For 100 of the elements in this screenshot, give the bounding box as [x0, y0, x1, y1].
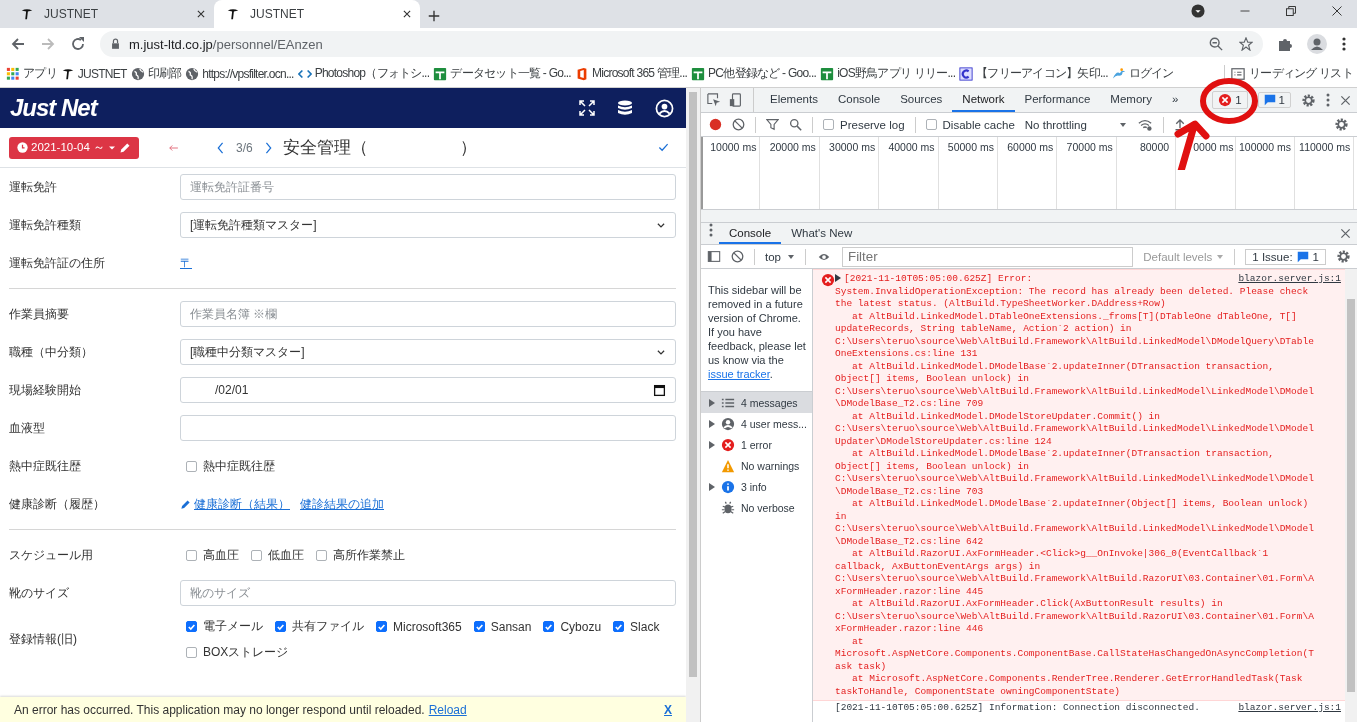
date-button[interactable]: 2021-10-04 ～: [9, 136, 140, 159]
link[interactable]: 健康診断（結果）: [180, 495, 290, 513]
tab-search-icon[interactable]: [1191, 4, 1205, 18]
checkbox[interactable]: [376, 621, 387, 632]
clear-icon[interactable]: [732, 118, 745, 131]
checkbox[interactable]: [186, 621, 197, 632]
more-icon[interactable]: [709, 223, 713, 237]
bookmark[interactable]: データセット一覧 - Go...: [433, 65, 571, 82]
sidebar-item[interactable]: No verbose: [701, 497, 812, 518]
link[interactable]: 健診結果の追加: [300, 495, 384, 513]
bookmark[interactable]: 【フリーアイコン】矢印...: [959, 65, 1108, 82]
date-field[interactable]: /02/01: [180, 377, 676, 403]
scrollbar-thumb[interactable]: [689, 92, 697, 677]
reload-icon[interactable]: [70, 36, 86, 52]
text-field[interactable]: 運転免許証番号: [180, 174, 676, 200]
inspect-icon[interactable]: [707, 93, 721, 107]
filter-icon[interactable]: [766, 118, 779, 131]
devtools-tab[interactable]: Elements: [760, 88, 828, 112]
checkbox[interactable]: [613, 621, 625, 632]
sidebar-item[interactable]: No warnings: [701, 455, 812, 476]
network-conditions-icon[interactable]: [1136, 117, 1153, 132]
back-icon[interactable]: [10, 36, 26, 52]
bookmark[interactable]: JUSTNET: [60, 66, 127, 81]
zoom-icon[interactable]: [1209, 37, 1223, 51]
expand-icon[interactable]: [709, 440, 715, 449]
checkbox[interactable]: [186, 647, 197, 658]
checkbox[interactable]: [316, 549, 327, 561]
bookmark[interactable]: Microsoft 365 管理...: [574, 65, 688, 82]
calendar-icon[interactable]: [653, 383, 666, 397]
devtools-tab[interactable]: Sources: [890, 88, 953, 112]
sidebar-item[interactable]: 4 user mess...: [701, 413, 812, 434]
select-field[interactable]: [職種中分類マスター]: [180, 339, 676, 365]
next-icon[interactable]: [264, 141, 273, 154]
close-icon[interactable]: [1340, 94, 1351, 106]
drawer-tab[interactable]: What's New: [781, 223, 863, 244]
close-icon[interactable]: [1340, 228, 1351, 239]
source-link[interactable]: blazor.server.js:1: [1238, 273, 1341, 286]
browser-tab[interactable]: JUSTNET: [8, 0, 214, 28]
upload-icon[interactable]: [1173, 118, 1186, 131]
bookmark[interactable]: https://vpsfilter.ocn...: [185, 66, 294, 81]
clear-icon[interactable]: [731, 250, 744, 263]
sidebar-item[interactable]: 3 info: [701, 476, 812, 497]
fullscreen-icon[interactable]: [579, 100, 595, 116]
checkbox[interactable]: [823, 119, 834, 130]
bookmark[interactable]: 印刷部: [130, 65, 182, 82]
reload-link[interactable]: Reload: [428, 702, 467, 717]
dismiss-button[interactable]: X: [664, 702, 672, 717]
scrollbar-thumb[interactable]: [1347, 299, 1355, 692]
more-tabs-button[interactable]: »: [1161, 88, 1189, 112]
devtools-tab[interactable]: Network: [952, 88, 1015, 112]
text-field[interactable]: 靴のサイズ: [180, 580, 676, 606]
text-field[interactable]: [180, 415, 676, 441]
throttling-select[interactable]: No throttling: [1024, 118, 1127, 131]
checkbox[interactable]: [925, 119, 937, 130]
profile-icon[interactable]: [1307, 34, 1327, 54]
bookmark[interactable]: iOS野鳥アプリ リリー...: [820, 65, 956, 82]
record-icon[interactable]: [709, 118, 722, 131]
check-icon[interactable]: [658, 142, 669, 153]
expand-icon[interactable]: [709, 482, 715, 491]
star-icon[interactable]: [1239, 37, 1253, 51]
devtools-tab[interactable]: Console: [827, 88, 891, 112]
sidebar-item[interactable]: 4 messages: [701, 392, 812, 413]
drawer-tab[interactable]: Console: [719, 223, 782, 244]
search-icon[interactable]: [789, 118, 802, 131]
database-icon[interactable]: [617, 99, 633, 117]
sidebar-item[interactable]: 1 error: [701, 434, 812, 455]
select-field[interactable]: [運転免許種類マスター]: [180, 212, 676, 238]
reading-list-button[interactable]: リーディング リスト: [1224, 65, 1353, 82]
puzzle-icon[interactable]: [1277, 36, 1293, 52]
checkbox[interactable]: [186, 549, 197, 561]
issue-tracker-link[interactable]: issue tracker: [708, 368, 770, 380]
devtools-tab[interactable]: Performance: [1014, 88, 1101, 112]
browser-tab[interactable]: JUSTNET: [214, 0, 420, 28]
address-bar[interactable]: m.just-ltd.co.jp/personnel/EAnzen: [100, 31, 1263, 57]
bookmark[interactable]: PC他登録など - Goo...: [691, 65, 817, 82]
checkbox[interactable]: [275, 621, 286, 632]
error-count-badge[interactable]: 1: [1212, 91, 1248, 109]
devtools-tab[interactable]: Memory: [1100, 88, 1162, 112]
bookmark[interactable]: Photoshop（フォトシ...: [297, 65, 430, 82]
bookmark[interactable]: ログイン: [1111, 65, 1174, 82]
settings-icon[interactable]: [1301, 92, 1316, 108]
restore-icon[interactable]: [1285, 5, 1297, 17]
close-icon[interactable]: [1331, 5, 1343, 17]
checkbox[interactable]: [543, 621, 555, 632]
new-tab-icon[interactable]: [428, 10, 440, 22]
context-select[interactable]: top: [765, 250, 795, 263]
issue-count-badge[interactable]: 1: [1257, 92, 1291, 108]
bookmark[interactable]: アプリ: [6, 65, 57, 82]
device-icon[interactable]: [729, 93, 743, 107]
previous-icon[interactable]: [216, 141, 225, 154]
checkbox[interactable]: [186, 460, 197, 472]
checkbox[interactable]: [251, 549, 262, 561]
expand-icon[interactable]: [709, 419, 715, 428]
checkbox[interactable]: [473, 621, 485, 632]
issues-button[interactable]: 1 Issue: 1: [1245, 248, 1326, 265]
log-header[interactable]: [2021-11-10T05:05:00.625Z] Error:: [835, 273, 1033, 286]
settings-icon[interactable]: [1334, 117, 1349, 132]
close-icon[interactable]: [402, 9, 412, 19]
filter-field[interactable]: Filter: [842, 246, 1134, 267]
source-link[interactable]: blazor.server.js:1: [1238, 702, 1341, 715]
